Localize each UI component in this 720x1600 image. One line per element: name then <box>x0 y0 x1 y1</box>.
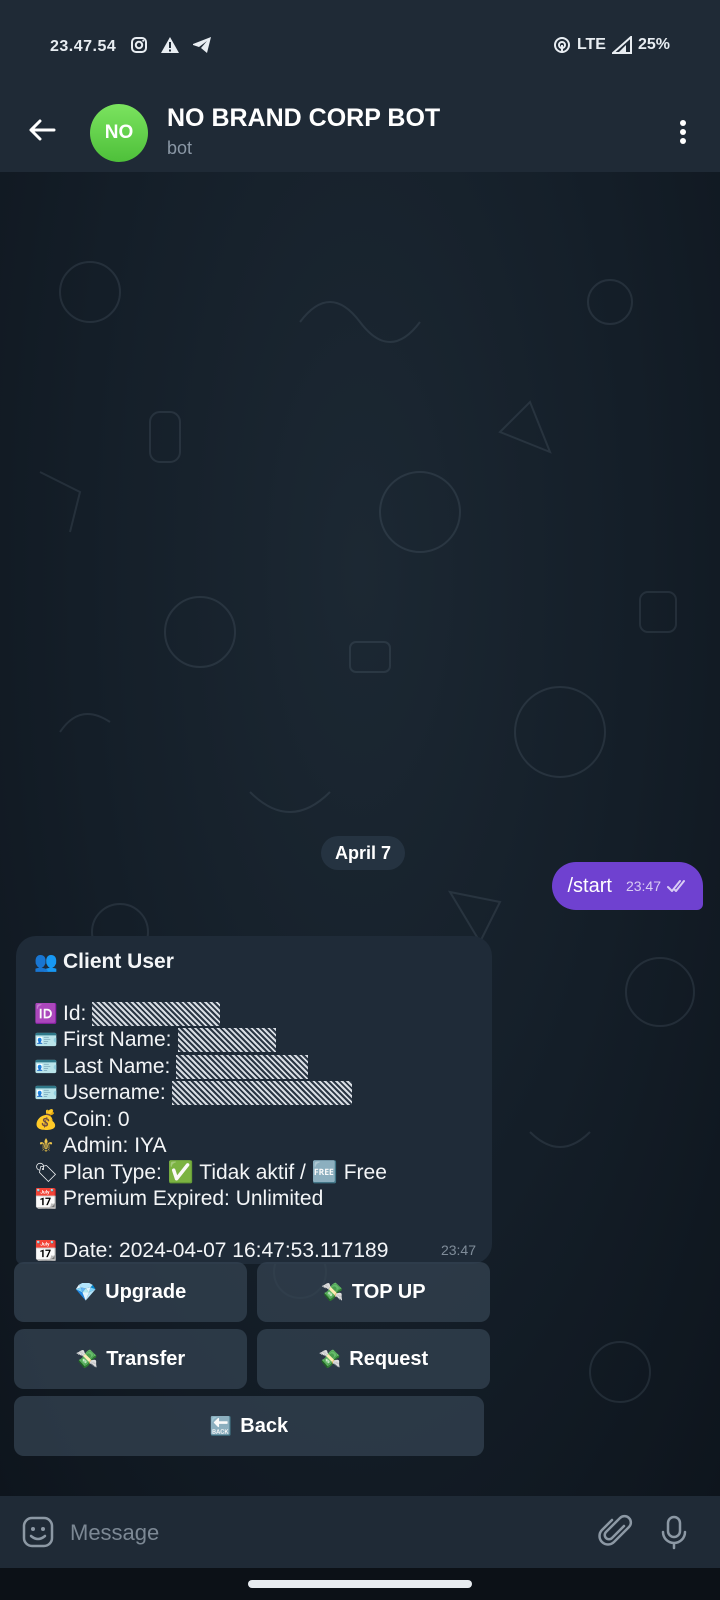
upgrade-button-label: Upgrade <box>105 1280 187 1303</box>
top-up-button-label: TOP UP <box>351 1280 426 1303</box>
message-input[interactable] <box>68 1516 572 1550</box>
incoming-message[interactable]: 👥 Client User 🆔 Id: 🪪 First Name: 🪪 Last Nam… <box>16 936 492 1264</box>
message-line-last-name: 🪪 Last Name: <box>33 1055 309 1080</box>
kebab-menu-icon <box>680 120 686 144</box>
status-right: LTE 25% <box>553 36 670 54</box>
signal-icon <box>611 36 632 54</box>
calendar-icon: 📆 <box>34 1241 58 1262</box>
redacted-value <box>176 1055 309 1080</box>
message-line-date: 📆 Date: 2024-04-07 16:47:53.117189 <box>34 1239 389 1262</box>
back-button-label: Back <box>240 1414 289 1437</box>
avatar-initials: NO <box>104 122 134 143</box>
id-icon: 🆔 <box>34 1004 58 1025</box>
status-time: 23.47.54 <box>50 38 117 55</box>
outgoing-message-text: /start <box>567 874 612 897</box>
double-check-icon <box>667 880 685 892</box>
fleur-de-lis-icon: ⚜ <box>37 1136 55 1157</box>
notification-icons <box>130 36 212 54</box>
system-navigation-bar <box>0 1568 720 1600</box>
money-wings-icon: 💸 <box>321 1281 344 1302</box>
message-line-username: 🪪 Username: <box>33 1081 352 1106</box>
id-card-icon: 🪪 <box>34 1030 58 1051</box>
network-type: LTE <box>576 36 606 53</box>
message-input-bar <box>0 1496 720 1568</box>
request-button[interactable]: 💸 Request <box>257 1329 490 1389</box>
incoming-message-time: 23:47 <box>440 1242 476 1258</box>
alert-icon <box>161 37 179 53</box>
top-up-button[interactable]: 💸 TOP UP <box>257 1262 490 1322</box>
message-line-premium-expired: 📆 Premium Expired: Unlimited <box>34 1187 324 1210</box>
id-card-icon: 🪪 <box>34 1083 58 1104</box>
microphone-icon[interactable] <box>654 1512 694 1552</box>
outgoing-message-time: 23:47 <box>625 878 661 894</box>
calendar-icon: 📆 <box>34 1189 58 1210</box>
gem-icon: 💎 <box>74 1281 98 1302</box>
more-menu-button[interactable] <box>668 112 698 152</box>
upgrade-button[interactable]: 💎 Upgrade <box>14 1262 247 1322</box>
telegram-icon <box>193 37 211 53</box>
money-wings-icon: 💸 <box>75 1348 99 1369</box>
paperclip-icon[interactable] <box>596 1512 636 1552</box>
redacted-value <box>171 1081 352 1106</box>
message-line-coin: 💰 Coin: 0 <box>34 1108 130 1131</box>
status-bar: 23.47.54 LTE 25% <box>0 0 720 90</box>
money-bag-icon: 💰 <box>34 1110 58 1131</box>
chat-header: NO NO BRAND CORP BOT bot <box>0 90 720 172</box>
message-line-admin: ⚜ Admin: IYA <box>33 1134 166 1158</box>
redacted-value <box>92 1002 221 1027</box>
users-icon: 👥 <box>34 952 58 973</box>
back-button[interactable]: 🔙 Back <box>14 1396 484 1456</box>
chat-title[interactable]: NO BRAND CORP BOT <box>167 104 440 133</box>
date-separator: April 7 <box>321 836 406 870</box>
transfer-button[interactable]: 💸 Transfer <box>14 1329 247 1389</box>
outgoing-message[interactable]: /start 23:47 <box>551 862 703 910</box>
message-line-first-name: 🪪 First Name: <box>33 1028 276 1053</box>
message-line-heading: 👥 Client User <box>34 950 174 973</box>
battery-level: 25% <box>637 36 670 53</box>
back-arrow-button[interactable] <box>22 110 62 150</box>
redacted-value <box>177 1028 276 1053</box>
instagram-icon <box>131 37 147 53</box>
message-line-plan-type: 🏷 Plan Type: ✅ Tidak aktif / 🆓 Free <box>33 1161 387 1184</box>
home-gesture-handle[interactable] <box>248 1580 472 1588</box>
id-card-icon: 🪪 <box>34 1057 58 1078</box>
transfer-button-label: Transfer <box>106 1347 186 1370</box>
hotspot-icon <box>553 37 570 53</box>
request-button-label: Request <box>349 1347 429 1370</box>
message-line-id: 🆔 Id: <box>33 1002 221 1027</box>
label-tag-icon: 🏷 <box>33 1163 59 1184</box>
avatar[interactable]: NO <box>90 104 148 162</box>
back-arrow-emoji-icon: 🔙 <box>209 1415 233 1436</box>
chat-area[interactable]: April 7 /start 23:47 👥 Client User 🆔 Id: 🪪… <box>0 172 720 1496</box>
sticker-emoji-icon[interactable] <box>20 1514 56 1550</box>
chat-subtitle: bot <box>167 138 193 158</box>
arrow-left-icon <box>29 119 56 141</box>
money-wings-icon: 💸 <box>318 1348 342 1369</box>
